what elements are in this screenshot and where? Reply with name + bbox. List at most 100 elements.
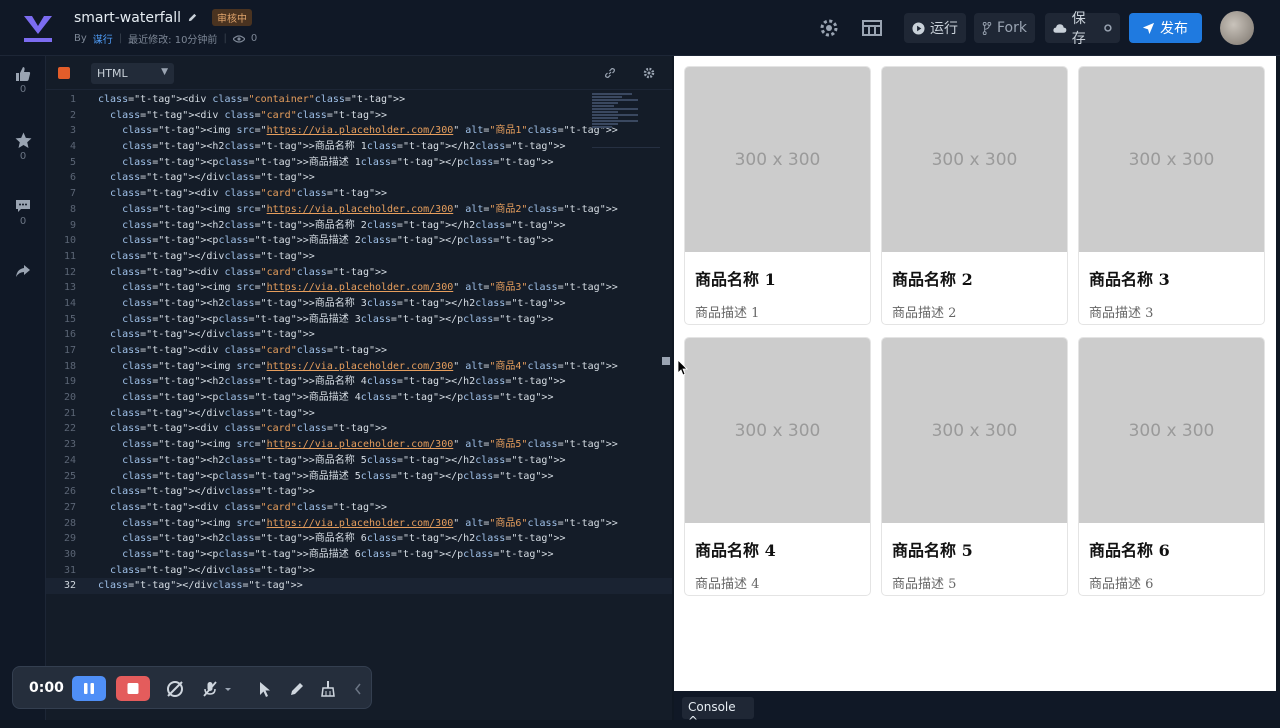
stop-recording-button[interactable] xyxy=(116,676,150,701)
code-line[interactable]: 8 class="t-tag"><img src="https://via.pl… xyxy=(46,202,672,218)
code-line[interactable]: 12 class="t-tag"><div class="card"class=… xyxy=(46,265,672,281)
code-line[interactable]: 1 class="t-tag"><div class="container"cla… xyxy=(46,92,672,108)
share-action[interactable] xyxy=(0,264,46,278)
code-line[interactable]: 20 class="t-tag"><pclass="t-tag">>商品描述 4… xyxy=(46,390,672,406)
code-text[interactable]: class="t-tag"><img src="https://via.plac… xyxy=(98,202,618,218)
layout-grid-icon[interactable] xyxy=(860,16,884,40)
run-button[interactable]: 运行 xyxy=(904,13,966,43)
settings-gear-icon[interactable] xyxy=(817,16,841,40)
project-title[interactable]: smart-waterfall xyxy=(74,10,181,26)
code-text[interactable]: class="t-tag"></divclass="t-tag">> xyxy=(98,327,315,343)
eraser-broom-icon[interactable] xyxy=(319,680,337,698)
line-number: 16 xyxy=(63,329,76,341)
pause-recording-button[interactable] xyxy=(72,676,106,701)
camera-off-icon[interactable] xyxy=(166,680,184,698)
code-text[interactable]: class="t-tag"><pclass="t-tag">>商品描述 1cla… xyxy=(98,155,553,171)
fork-button[interactable]: Fork xyxy=(974,13,1035,43)
code-line[interactable]: 7 class="t-tag"><div class="card"class="… xyxy=(46,186,672,202)
code-text[interactable]: class="t-tag"><div class="card"class="t-… xyxy=(98,500,387,516)
line-number: 6 xyxy=(69,172,76,184)
code-text[interactable]: class="t-tag"><div class="card"class="t-… xyxy=(98,421,387,437)
user-avatar[interactable] xyxy=(1220,11,1254,45)
panel-resize-handle[interactable] xyxy=(662,357,670,365)
code-text[interactable]: class="t-tag"><pclass="t-tag">>商品描述 5cla… xyxy=(98,469,553,485)
code-line[interactable]: 15 class="t-tag"><pclass="t-tag">>商品描述 3… xyxy=(46,312,672,328)
code-text[interactable]: class="t-tag"></divclass="t-tag">> xyxy=(98,563,315,579)
like-action[interactable]: 0 xyxy=(0,66,46,95)
code-text[interactable]: class="t-tag"><h2class="t-tag">>商品名称 5cl… xyxy=(98,453,565,469)
view-count: 0 xyxy=(250,33,258,44)
edit-pencil-icon[interactable] xyxy=(187,12,198,23)
code-line[interactable]: 10 class="t-tag"><pclass="t-tag">>商品描述 2… xyxy=(46,233,672,249)
link-icon[interactable] xyxy=(604,67,616,79)
code-text[interactable]: class="t-tag"><img src="https://via.plac… xyxy=(98,516,618,532)
code-line[interactable]: 32 class="t-tag"></divclass="t-tag">> xyxy=(46,578,672,594)
code-text[interactable]: class="t-tag"><h2class="t-tag">>商品名称 4cl… xyxy=(98,374,565,390)
code-text[interactable]: class="t-tag"><img src="https://via.plac… xyxy=(98,359,618,375)
line-number: 11 xyxy=(63,250,76,262)
code-line[interactable]: 18 class="t-tag"><img src="https://via.p… xyxy=(46,359,672,375)
code-line[interactable]: 17 class="t-tag"><div class="card"class=… xyxy=(46,343,672,359)
code-line[interactable]: 6 class="t-tag"></divclass="t-tag">> xyxy=(46,170,672,186)
pointer-tool-icon[interactable] xyxy=(256,680,274,698)
comment-action[interactable]: 0 xyxy=(0,198,46,227)
save-button[interactable]: 保存 xyxy=(1045,11,1120,47)
code-line[interactable]: 11 class="t-tag"></divclass="t-tag">> xyxy=(46,249,672,265)
code-text[interactable]: class="t-tag"></divclass="t-tag">> xyxy=(98,249,315,265)
code-text[interactable]: class="t-tag"></divclass="t-tag">> xyxy=(98,484,315,500)
code-text[interactable]: class="t-tag"><pclass="t-tag">>商品描述 3cla… xyxy=(98,312,553,328)
code-text[interactable]: class="t-tag"><img src="https://via.plac… xyxy=(98,123,618,139)
app-logo-icon[interactable] xyxy=(20,12,56,44)
code-text[interactable]: class="t-tag"><div class="container"clas… xyxy=(98,92,405,108)
code-line[interactable]: 5 class="t-tag"><pclass="t-tag">>商品描述 1c… xyxy=(46,155,672,171)
code-line[interactable]: 30 class="t-tag"><pclass="t-tag">>商品描述 6… xyxy=(46,547,672,563)
code-text[interactable]: class="t-tag"><pclass="t-tag">>商品描述 6cla… xyxy=(98,547,553,563)
code-line[interactable]: 23 class="t-tag"><img src="https://via.p… xyxy=(46,437,672,453)
code-line[interactable]: 9 class="t-tag"><h2class="t-tag">>商品名称 2… xyxy=(46,218,672,234)
editor-settings-gear-icon[interactable] xyxy=(643,67,655,79)
code-text[interactable]: class="t-tag"><div class="card"class="t-… xyxy=(98,108,387,124)
code-text[interactable]: class="t-tag"><h2class="t-tag">>商品名称 6cl… xyxy=(98,531,565,547)
code-lines[interactable]: 1 class="t-tag"><div class="container"cla… xyxy=(46,92,672,594)
code-line[interactable]: 21 class="t-tag"></divclass="t-tag">> xyxy=(46,406,672,422)
code-line[interactable]: 31 class="t-tag"></divclass="t-tag">> xyxy=(46,563,672,579)
star-action[interactable]: 0 xyxy=(0,132,46,162)
code-line[interactable]: 29 class="t-tag"><h2class="t-tag">>商品名称 … xyxy=(46,531,672,547)
code-text[interactable]: class="t-tag"><pclass="t-tag">>商品描述 2cla… xyxy=(98,233,553,249)
console-toggle-button[interactable]: Console ^ xyxy=(682,697,754,728)
code-text[interactable]: class="t-tag"><div class="card"class="t-… xyxy=(98,265,387,281)
code-text[interactable]: class="t-tag"><div class="card"class="t-… xyxy=(98,186,387,202)
code-text[interactable]: class="t-tag"></divclass="t-tag">> xyxy=(98,406,315,422)
publish-button[interactable]: 发布 xyxy=(1129,13,1202,43)
author-link[interactable]: 谋行 xyxy=(93,31,113,46)
star-icon xyxy=(15,132,31,148)
code-text[interactable]: class="t-tag"><div class="card"class="t-… xyxy=(98,343,387,359)
code-line[interactable]: 14 class="t-tag"><h2class="t-tag">>商品名称 … xyxy=(46,296,672,312)
language-select[interactable]: HTML ▼ xyxy=(91,63,174,84)
code-text[interactable]: class="t-tag"><h2class="t-tag">>商品名称 3cl… xyxy=(98,296,565,312)
code-line[interactable]: 13 class="t-tag"><img src="https://via.p… xyxy=(46,280,672,296)
collapse-chevron-left-icon[interactable] xyxy=(353,680,363,698)
code-line[interactable]: 4 class="t-tag"><h2class="t-tag">>商品名称 1… xyxy=(46,139,672,155)
code-line[interactable]: 16 class="t-tag"></divclass="t-tag">> xyxy=(46,327,672,343)
code-text[interactable]: class="t-tag"></divclass="t-tag">> xyxy=(98,578,303,594)
code-line[interactable]: 2 class="t-tag"><div class="card"class="… xyxy=(46,108,672,124)
code-text[interactable]: class="t-tag"><img src="https://via.plac… xyxy=(98,280,618,296)
code-text[interactable]: class="t-tag"><img src="https://via.plac… xyxy=(98,437,618,453)
code-line[interactable]: 27 class="t-tag"><div class="card"class=… xyxy=(46,500,672,516)
code-text[interactable]: class="t-tag"><pclass="t-tag">>商品描述 4cla… xyxy=(98,390,553,406)
code-text[interactable]: class="t-tag"><h2class="t-tag">>商品名称 1cl… xyxy=(98,139,565,155)
code-line[interactable]: 28 class="t-tag"><img src="https://via.p… xyxy=(46,516,672,532)
code-text[interactable]: class="t-tag"></divclass="t-tag">> xyxy=(98,170,315,186)
code-line[interactable]: 25 class="t-tag"><pclass="t-tag">>商品描述 5… xyxy=(46,469,672,485)
code-line[interactable]: 3 class="t-tag"><img src="https://via.pl… xyxy=(46,123,672,139)
code-line[interactable]: 22 class="t-tag"><div class="card"class=… xyxy=(46,421,672,437)
code-line[interactable]: 24 class="t-tag"><h2class="t-tag">>商品名称 … xyxy=(46,453,672,469)
microphone-off-icon[interactable] xyxy=(201,680,219,698)
pen-tool-icon[interactable] xyxy=(288,680,306,698)
code-line[interactable]: 26 class="t-tag"></divclass="t-tag">> xyxy=(46,484,672,500)
mic-options-caret-icon[interactable] xyxy=(224,680,232,698)
code-line[interactable]: 19 class="t-tag"><h2class="t-tag">>商品名称 … xyxy=(46,374,672,390)
code-text[interactable]: class="t-tag"><h2class="t-tag">>商品名称 2cl… xyxy=(98,218,565,234)
code-minimap[interactable] xyxy=(592,92,660,148)
